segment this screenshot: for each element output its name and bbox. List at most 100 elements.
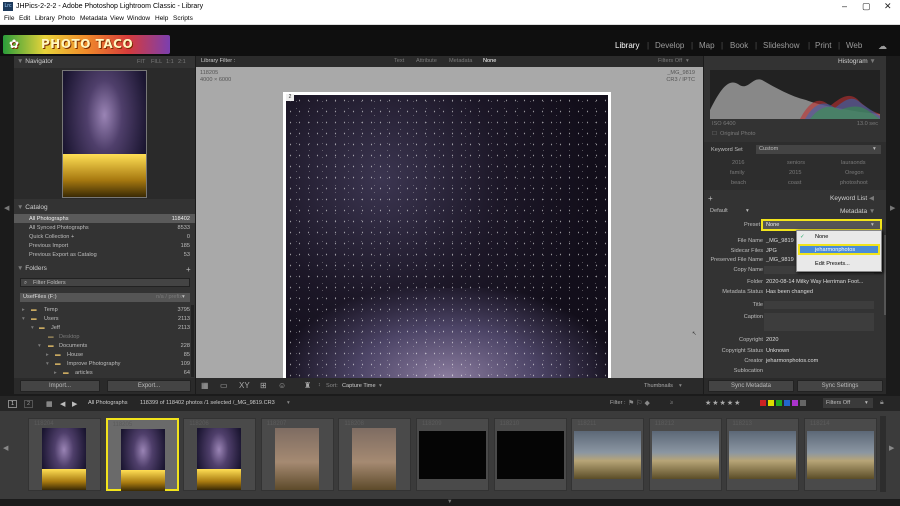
zoom-fit[interactable]: FIT	[137, 59, 145, 65]
module-book[interactable]: Book	[730, 41, 748, 50]
filmstrip-scroll-right-icon[interactable]: ▶	[889, 444, 894, 452]
filmstrip-filters-dropdown[interactable]: Filters Off ▾	[823, 398, 873, 408]
metadata-header[interactable]: Metadata ▼	[840, 208, 875, 218]
filmstrip-thumbnail[interactable]: 118211	[571, 418, 645, 491]
menu-photo[interactable]: Photo	[58, 15, 75, 22]
color-label-blue[interactable]	[784, 400, 790, 406]
catalog-header[interactable]: ▼ Catalog	[17, 204, 48, 214]
module-develop[interactable]: Develop	[655, 41, 684, 50]
filmstrip-thumbnail[interactable]: 118208	[338, 418, 412, 491]
color-label-purple[interactable]	[792, 400, 798, 406]
navigator-preview-image[interactable]	[62, 70, 147, 198]
catalog-item-label[interactable]: All Photographs	[29, 216, 69, 222]
keyword-chip[interactable]: coast	[788, 180, 801, 186]
module-library[interactable]: Library	[615, 41, 639, 50]
star-rating-filter[interactable]: ★★★★★	[705, 399, 741, 407]
rating-operator-icon[interactable]: ≥	[670, 400, 673, 406]
keyword-chip[interactable]: 2016	[732, 160, 744, 166]
histogram-header[interactable]: Histogram ▼	[838, 58, 876, 68]
metadata-preset-mode[interactable]: Default ▾	[708, 207, 756, 216]
chevron-down-icon[interactable]: ▾	[379, 383, 382, 389]
catalog-item-label[interactable]: Previous Import	[29, 243, 68, 249]
source-label[interactable]: All Photographs	[88, 400, 128, 406]
keyword-chip[interactable]: 2015	[789, 170, 801, 176]
folder-item[interactable]: Desktop	[59, 334, 80, 340]
right-panel-scrollbar[interactable]	[884, 235, 886, 315]
add-folder-icon[interactable]: +	[186, 265, 191, 274]
color-label-yellow[interactable]	[768, 400, 774, 406]
bottom-panel-collapse-icon[interactable]: ▼	[447, 499, 453, 505]
chevron-down-icon[interactable]: ▾	[287, 400, 290, 406]
chevron-down-icon[interactable]: ▾	[679, 383, 682, 389]
folder-item[interactable]: Temp	[44, 307, 58, 313]
filmstrip-scrollbar[interactable]	[880, 416, 886, 492]
expand-icon[interactable]: ▾	[22, 316, 25, 322]
lock-icon[interactable]: 🔒︎	[880, 399, 884, 407]
keyword-set-dropdown[interactable]: Custom ▾	[756, 145, 881, 154]
sort-dropdown[interactable]: Capture Time	[342, 383, 376, 389]
menu-file[interactable]: File	[4, 15, 14, 22]
menu-metadata[interactable]: Metadata	[80, 15, 107, 22]
page-1[interactable]: 1	[8, 400, 18, 408]
minimize-icon[interactable]: –	[842, 1, 847, 11]
sync-settings-button[interactable]: Sync Settings	[797, 380, 883, 392]
filmstrip-thumbnail[interactable]: 118214	[804, 418, 877, 491]
keyword-list-header[interactable]: Keyword List ◀	[830, 194, 874, 204]
menu-edit[interactable]: Edit	[19, 15, 30, 22]
catalog-item-label[interactable]: Quick Collection +	[29, 234, 74, 240]
back-arrow-icon[interactable]: ◀	[60, 400, 65, 408]
add-keyword-icon[interactable]: +	[708, 194, 713, 203]
left-panel-collapse-icon[interactable]: ◀	[4, 204, 9, 212]
filmstrip-thumbnail[interactable]: 118207	[260, 418, 334, 491]
filter-text[interactable]: Text	[394, 58, 404, 64]
module-map[interactable]: Map	[699, 41, 715, 50]
filmstrip-scroll-left-icon[interactable]: ◀	[3, 444, 8, 452]
expand-icon[interactable]: ▾	[31, 325, 34, 331]
folder-item[interactable]: Users	[44, 316, 59, 322]
keyword-chip[interactable]: lauraonds	[841, 160, 866, 166]
survey-view-icon[interactable]: ⊞	[260, 381, 267, 390]
keyword-chip[interactable]: Oregon	[845, 170, 864, 176]
grid-view-icon[interactable]: ▦	[201, 381, 209, 390]
module-slideshow[interactable]: Slideshow	[763, 41, 799, 50]
sort-direction-icon[interactable]: ↕	[318, 382, 321, 388]
volume-bar[interactable]: UsefFiles (F:) n/a / prefix ▾	[20, 293, 190, 302]
cloud-icon[interactable]: ☁	[878, 41, 887, 52]
histogram-chart[interactable]	[710, 70, 880, 119]
filter-attribute[interactable]: Attribute	[416, 58, 437, 64]
color-label-green[interactable]	[776, 400, 782, 406]
original-photo-checkbox[interactable]: ☐	[712, 131, 717, 137]
compare-view-icon[interactable]: XY	[239, 381, 250, 390]
keyword-chip[interactable]: beach	[731, 180, 746, 186]
export-button[interactable]: Export...	[107, 380, 191, 392]
preset-option-none[interactable]: None	[815, 234, 828, 240]
forward-arrow-icon[interactable]: ▶	[72, 400, 77, 408]
preset-option-jeharmonphotos[interactable]: jeharmonphotos	[798, 244, 880, 255]
folder-item[interactable]: articles	[75, 370, 93, 376]
folder-item[interactable]: Jeff	[51, 325, 60, 331]
catalog-item-label[interactable]: All Synced Photographs	[29, 225, 89, 231]
zoom-1-1[interactable]: 1:1	[166, 59, 174, 65]
maximize-icon[interactable]: ▢	[862, 1, 871, 12]
catalog-item-label[interactable]: Previous Export as Catalog	[29, 252, 97, 258]
folder-item[interactable]: Documents	[59, 343, 87, 349]
zoom-2-1[interactable]: 2:1	[178, 59, 186, 65]
navigator-header[interactable]: ▼ Navigator	[17, 58, 53, 68]
expand-icon[interactable]: ▸	[22, 307, 25, 313]
keyword-chip[interactable]: photoshoot	[840, 180, 868, 186]
loupe-view-icon[interactable]: ▭	[220, 381, 228, 390]
sync-metadata-button[interactable]: Sync Metadata	[708, 380, 794, 392]
right-panel-collapse-icon[interactable]: ▶	[890, 204, 895, 212]
filter-metadata[interactable]: Metadata	[449, 58, 472, 64]
expand-icon[interactable]: ▸	[46, 352, 49, 358]
chevron-down-icon[interactable]: ▾	[686, 58, 689, 64]
page-2[interactable]: 2	[24, 400, 34, 408]
expand-icon[interactable]: ▾	[38, 343, 41, 349]
preset-option-edit[interactable]: Edit Presets...	[815, 261, 850, 267]
zoom-fill[interactable]: FILL	[151, 59, 162, 65]
menu-view[interactable]: View	[110, 15, 124, 22]
keyword-chip[interactable]: family	[730, 170, 745, 176]
title-field[interactable]	[764, 301, 874, 309]
filter-folders-input[interactable]: ⌕ Filter Folders	[20, 278, 190, 287]
menu-window[interactable]: Window	[127, 15, 150, 22]
